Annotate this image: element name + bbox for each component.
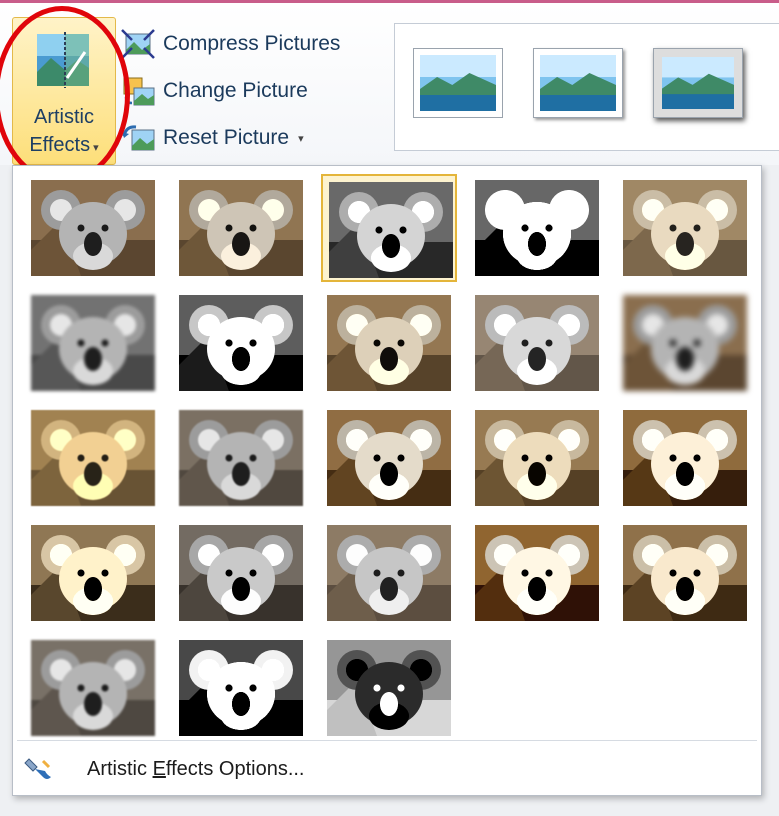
artistic-effects-label-text: Effects [29, 134, 91, 156]
picture-style-shadow[interactable] [653, 48, 743, 118]
koala-effect-thumbnail [623, 410, 747, 506]
artistic-effect-option[interactable] [469, 174, 605, 282]
artistic-effect-option[interactable] [617, 404, 753, 512]
koala-effect-thumbnail [179, 640, 303, 736]
picture-style-thumbnail [420, 55, 496, 111]
compress-pictures-button[interactable]: Compress Pictures [120, 25, 340, 63]
koala-effect-thumbnail [327, 295, 451, 391]
koala-effect-thumbnail [179, 410, 303, 506]
options-label-prefix: Artistic [87, 757, 153, 780]
chevron-down-icon: ▾ [298, 132, 304, 145]
koala-effect-thumbnail [623, 180, 747, 276]
change-picture-icon [123, 77, 155, 106]
artistic-effect-option[interactable] [173, 289, 309, 397]
picture-style-simple-frame[interactable] [413, 48, 503, 118]
artistic-effect-option[interactable] [173, 634, 309, 742]
koala-effect-thumbnail [327, 410, 451, 506]
artistic-effect-option[interactable] [469, 404, 605, 512]
artistic-effect-option[interactable] [173, 174, 309, 282]
change-picture-label: Change Picture [163, 79, 308, 102]
artistic-effect-option[interactable] [617, 289, 753, 397]
koala-effect-thumbnail [623, 525, 747, 621]
artistic-effect-option[interactable] [321, 174, 457, 282]
paint-brush-icon [24, 758, 51, 779]
artistic-effect-option[interactable] [321, 634, 457, 742]
artistic-effect-option[interactable] [321, 289, 457, 397]
artistic-effect-option[interactable] [173, 519, 309, 627]
artistic-effects-dropdown: Artistic Effects Options... [12, 165, 762, 796]
artistic-effect-option[interactable] [321, 519, 457, 627]
koala-effect-thumbnail [327, 640, 451, 736]
options-label-suffix: ffects Options... [165, 757, 305, 780]
artistic-effect-option[interactable] [25, 634, 161, 742]
koala-effect-thumbnail [475, 295, 599, 391]
reset-picture-button[interactable]: Reset Picture ▾ [120, 119, 304, 157]
effects-gallery [25, 174, 765, 736]
artistic-effect-option[interactable] [469, 519, 605, 627]
koala-effect-thumbnail [475, 525, 599, 621]
koala-effect-thumbnail [31, 180, 155, 276]
picture-style-thumbnail [540, 55, 616, 111]
koala-effect-thumbnail [179, 525, 303, 621]
koala-effect-thumbnail [31, 640, 155, 736]
artistic-effect-option[interactable] [25, 519, 161, 627]
artistic-effect-option[interactable] [173, 404, 309, 512]
menu-separator [17, 740, 757, 741]
koala-effect-thumbnail [475, 180, 599, 276]
koala-effect-thumbnail [179, 295, 303, 391]
koala-effect-thumbnail [475, 410, 599, 506]
change-picture-button[interactable]: Change Picture [120, 72, 308, 110]
picture-styles-gallery [394, 23, 779, 151]
ribbon-adjust-group: Artistic Effects ▾ Compress Pictures Chan… [0, 3, 779, 165]
artistic-effect-option[interactable] [25, 174, 161, 282]
artistic-effect-option[interactable] [25, 289, 161, 397]
artistic-effects-options-label: Artistic Effects Options... [87, 758, 305, 781]
artistic-effect-option[interactable] [25, 404, 161, 512]
koala-effect-thumbnail [179, 180, 303, 276]
artistic-effect-option[interactable] [469, 289, 605, 397]
picture-style-beveled[interactable] [533, 48, 623, 118]
chevron-down-icon: ▾ [93, 142, 99, 154]
artistic-effect-option[interactable] [617, 519, 753, 627]
koala-effect-thumbnail [623, 295, 747, 391]
reset-picture-label: Reset Picture [163, 126, 290, 149]
artistic-effect-option[interactable] [617, 174, 753, 282]
koala-effect-thumbnail [31, 410, 155, 506]
artistic-effects-button[interactable]: Artistic Effects ▾ [12, 17, 116, 165]
compress-pictures-label: Compress Pictures [163, 32, 341, 55]
artistic-effects-icon [37, 32, 89, 88]
koala-effect-thumbnail [327, 525, 451, 621]
compress-pictures-icon [121, 29, 155, 59]
reset-picture-icon [122, 125, 155, 151]
koala-effect-thumbnail [31, 295, 155, 391]
koala-effect-thumbnail [329, 182, 453, 278]
koala-effect-thumbnail [31, 525, 155, 621]
picture-style-thumbnail [662, 57, 734, 109]
artistic-effects-label-line2: Effects ▾ [13, 134, 115, 157]
artistic-effect-option[interactable] [321, 404, 457, 512]
options-label-accelerator: E [152, 757, 166, 780]
artistic-effects-label-line1: Artistic [34, 106, 94, 128]
artistic-effects-options-item[interactable]: Artistic Effects Options... [19, 746, 749, 792]
